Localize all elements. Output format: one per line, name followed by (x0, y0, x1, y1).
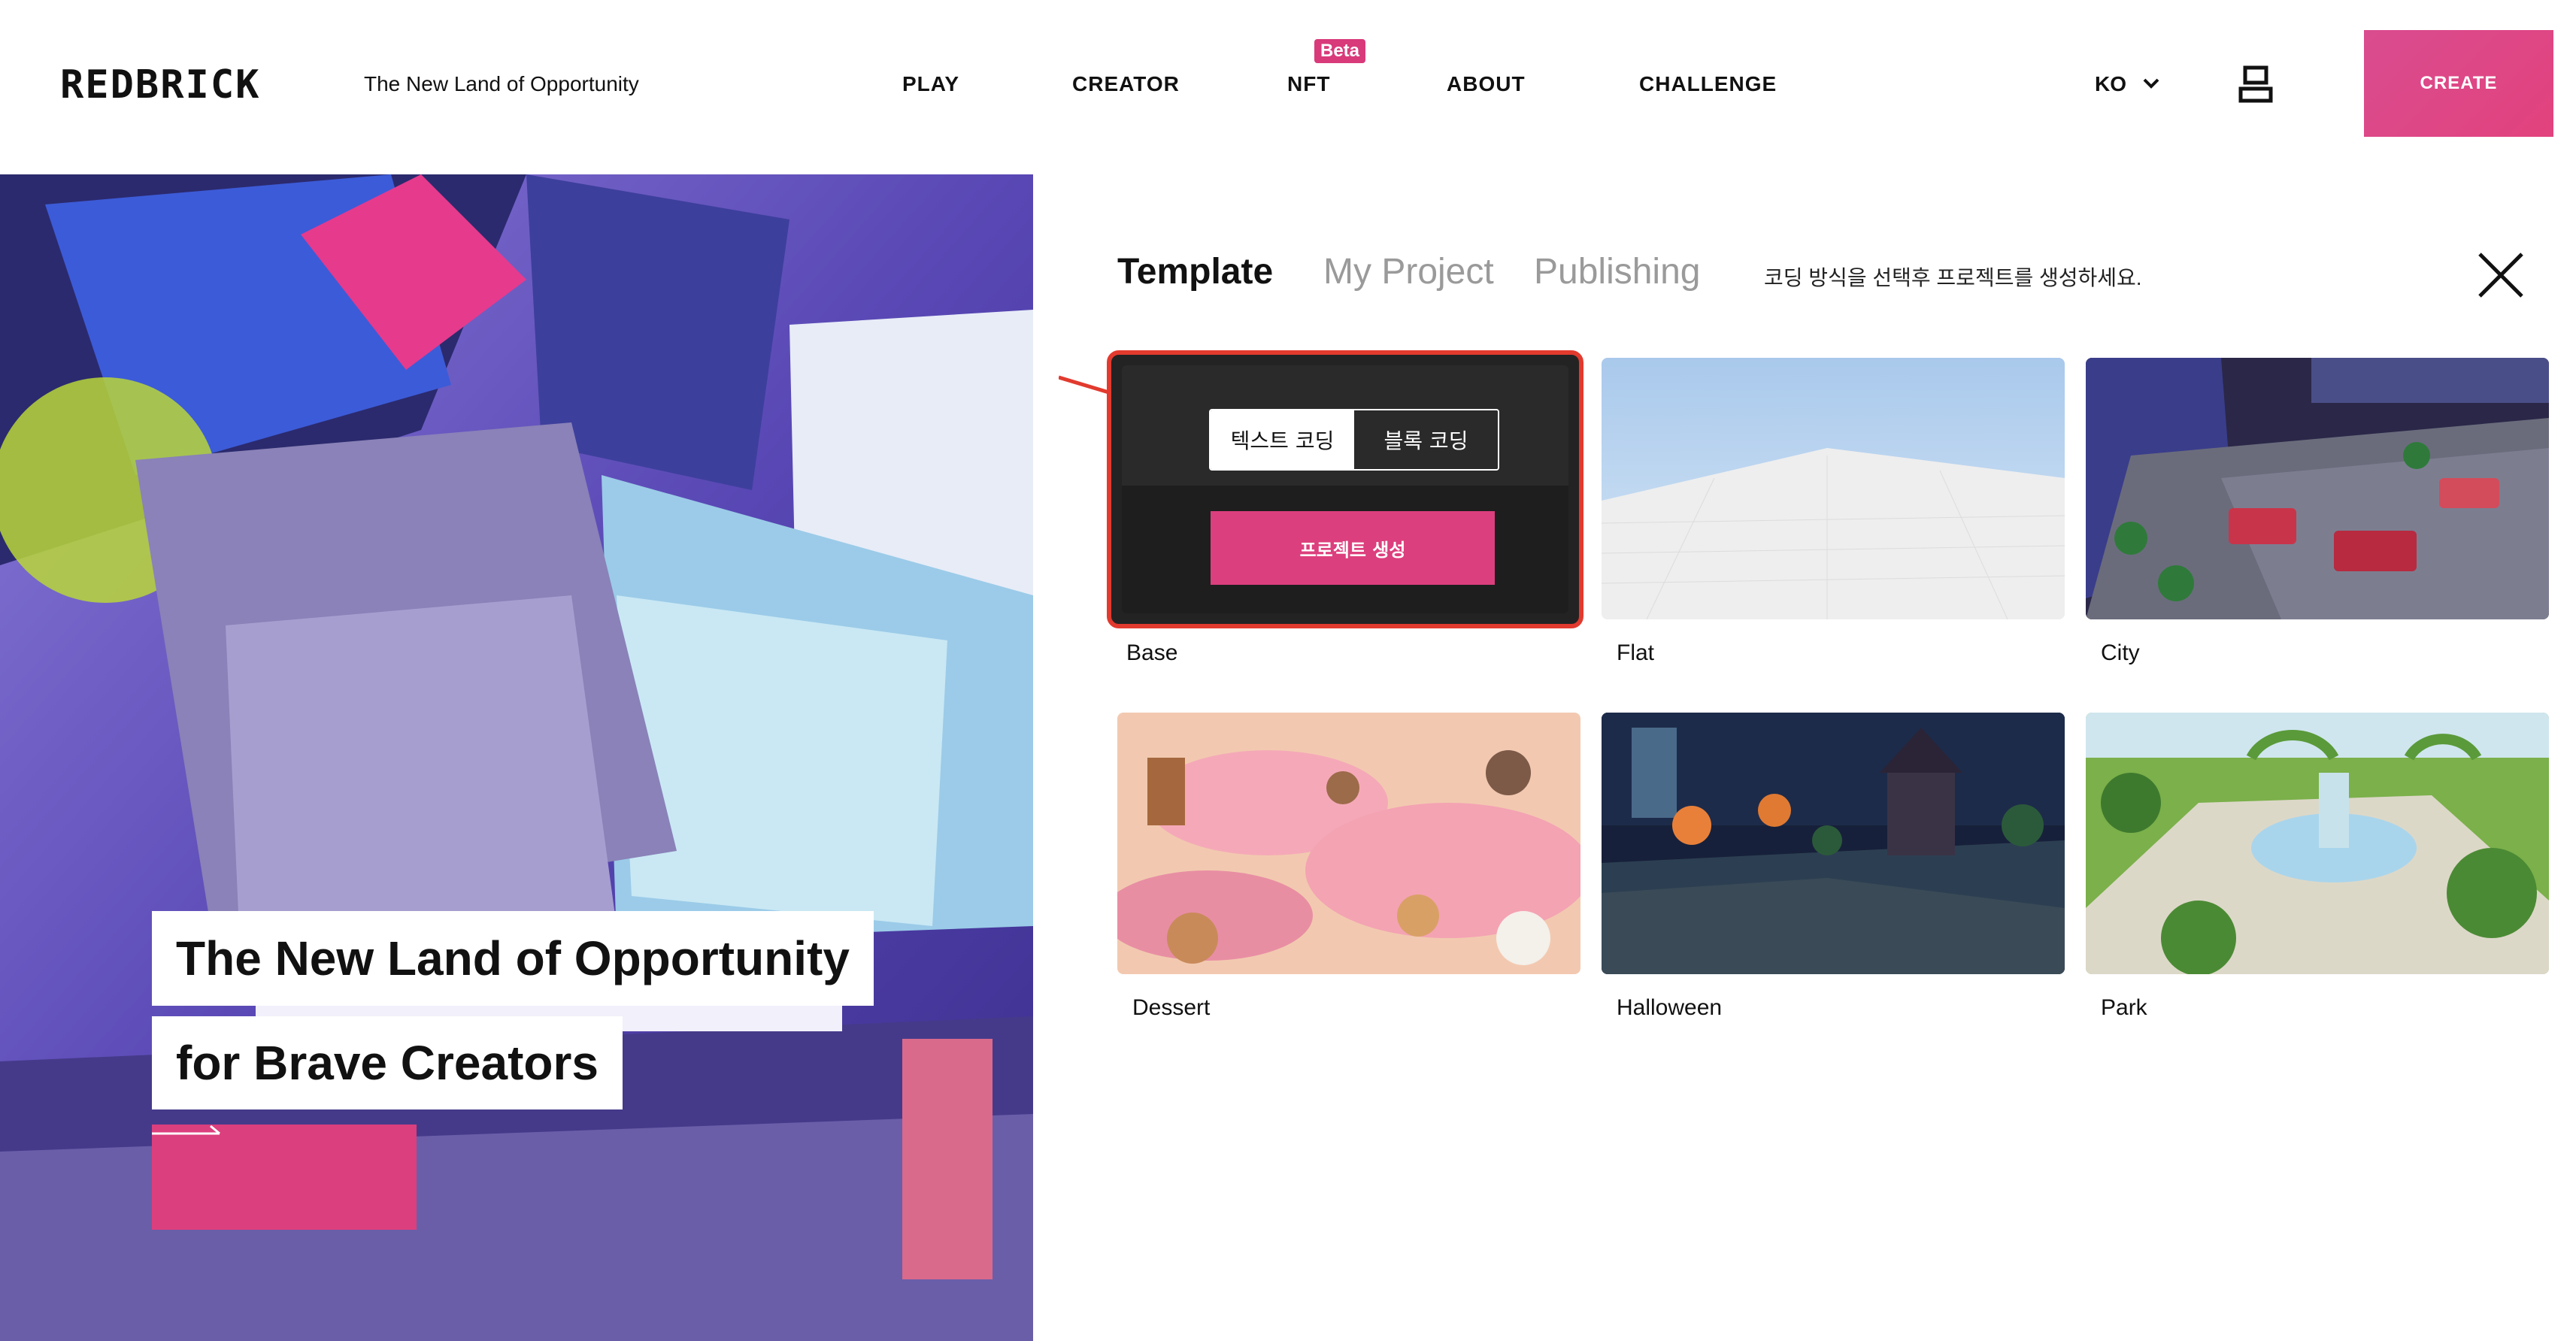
template-card-halloween[interactable] (1602, 713, 2065, 974)
dessert-thumbnail (1117, 713, 1580, 974)
template-card-dessert[interactable] (1117, 713, 1580, 974)
nft-beta-badge: Beta (1314, 39, 1366, 63)
nav-about[interactable]: ABOUT (1447, 72, 1526, 96)
template-label-halloween: Halloween (1617, 995, 1723, 1020)
template-card-base[interactable]: 텍스트 코딩 블록 코딩 프로젝트 생성 (1107, 350, 1583, 628)
tab-my-project[interactable]: My Project (1323, 251, 1494, 292)
hero-banner: The New Land of Opportunity for Brave Cr… (0, 174, 1033, 1341)
hero-headline-line2: for Brave Creators (152, 1016, 623, 1109)
header-tagline: The New Land of Opportunity (364, 72, 639, 95)
hero-headline-line1: The New Land of Opportunity (152, 911, 874, 1006)
panel-hint-text: 코딩 방식을 선택후 프로젝트를 생성하세요. (1764, 266, 2142, 289)
user-icon[interactable] (2238, 65, 2274, 104)
language-selector[interactable]: KO (2095, 72, 2126, 96)
arrow-right-icon (152, 1125, 220, 1135)
coding-mode-toggle: 텍스트 코딩 블록 코딩 (1209, 409, 1499, 471)
base-card-preview: 텍스트 코딩 블록 코딩 프로젝트 생성 (1122, 365, 1568, 613)
text-coding-option[interactable]: 텍스트 코딩 (1211, 410, 1354, 469)
nav-challenge[interactable]: CHALLENGE (1639, 72, 1777, 96)
hero-cta-button[interactable] (152, 1125, 417, 1230)
template-card-park[interactable] (2086, 713, 2549, 974)
nav-creator[interactable]: CREATOR (1072, 72, 1180, 96)
template-label-flat: Flat (1617, 640, 1655, 665)
flat-thumbnail (1602, 358, 2065, 619)
template-label-base: Base (1126, 640, 1178, 665)
city-thumbnail (2086, 358, 2549, 619)
close-icon[interactable] (2477, 251, 2525, 299)
template-label-city: City (2101, 640, 2140, 665)
template-card-flat[interactable] (1602, 358, 2065, 619)
create-project-button[interactable]: 프로젝트 생성 (1211, 511, 1495, 585)
nav-nft[interactable]: NFT (1287, 72, 1330, 96)
svg-text:REDBRICK: REDBRICK (60, 65, 260, 104)
block-coding-option[interactable]: 블록 코딩 (1354, 410, 1498, 469)
template-label-dessert: Dessert (1132, 995, 1211, 1020)
nav-play[interactable]: PLAY (902, 72, 959, 96)
create-button[interactable]: CREATE (2364, 30, 2553, 137)
park-thumbnail (2086, 713, 2549, 974)
tab-template[interactable]: Template (1117, 251, 1273, 292)
tab-publishing[interactable]: Publishing (1534, 251, 1700, 292)
template-card-city[interactable] (2086, 358, 2549, 619)
chevron-down-icon[interactable] (2140, 72, 2162, 95)
site-header: REDBRICK The New Land of Opportunity PLA… (0, 0, 2576, 174)
halloween-thumbnail (1602, 713, 2065, 974)
redbrick-logo[interactable]: REDBRICK (60, 65, 304, 104)
template-label-park: Park (2101, 995, 2147, 1020)
